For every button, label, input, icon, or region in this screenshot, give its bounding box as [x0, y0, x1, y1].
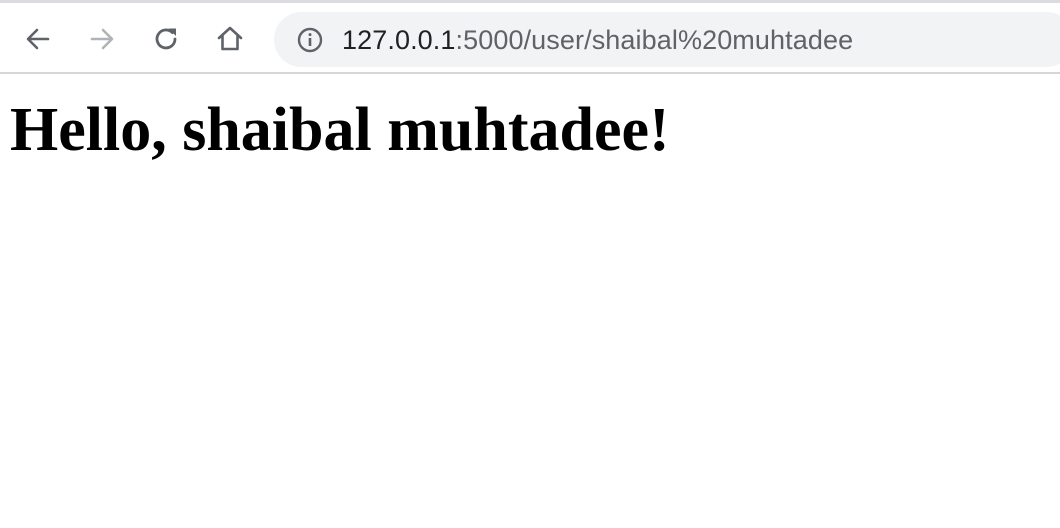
page-content: Hello, shaibal muhtadee!: [0, 74, 1060, 528]
url-host: 127.0.0.1: [342, 25, 456, 55]
arrow-left-icon: [26, 28, 50, 50]
page-heading: Hello, shaibal muhtadee!: [10, 96, 670, 164]
url-path: :5000/user/shaibal%20muhtadee: [455, 25, 854, 55]
reload-button[interactable]: [148, 21, 184, 57]
browser-toolbar: 127.0.0.1:5000/user/shaibal%20muhtadee: [0, 0, 1060, 74]
reload-icon: [155, 28, 177, 50]
home-icon: [217, 26, 243, 51]
arrow-right-icon: [90, 28, 114, 50]
address-bar[interactable]: 127.0.0.1:5000/user/shaibal%20muhtadee: [274, 12, 1060, 67]
info-circle-icon: [297, 27, 323, 53]
back-button[interactable]: [20, 21, 56, 57]
forward-button[interactable]: [84, 21, 120, 57]
site-info-button[interactable]: [296, 26, 324, 54]
url-text[interactable]: 127.0.0.1:5000/user/shaibal%20muhtadee: [342, 23, 853, 57]
home-button[interactable]: [212, 21, 248, 57]
